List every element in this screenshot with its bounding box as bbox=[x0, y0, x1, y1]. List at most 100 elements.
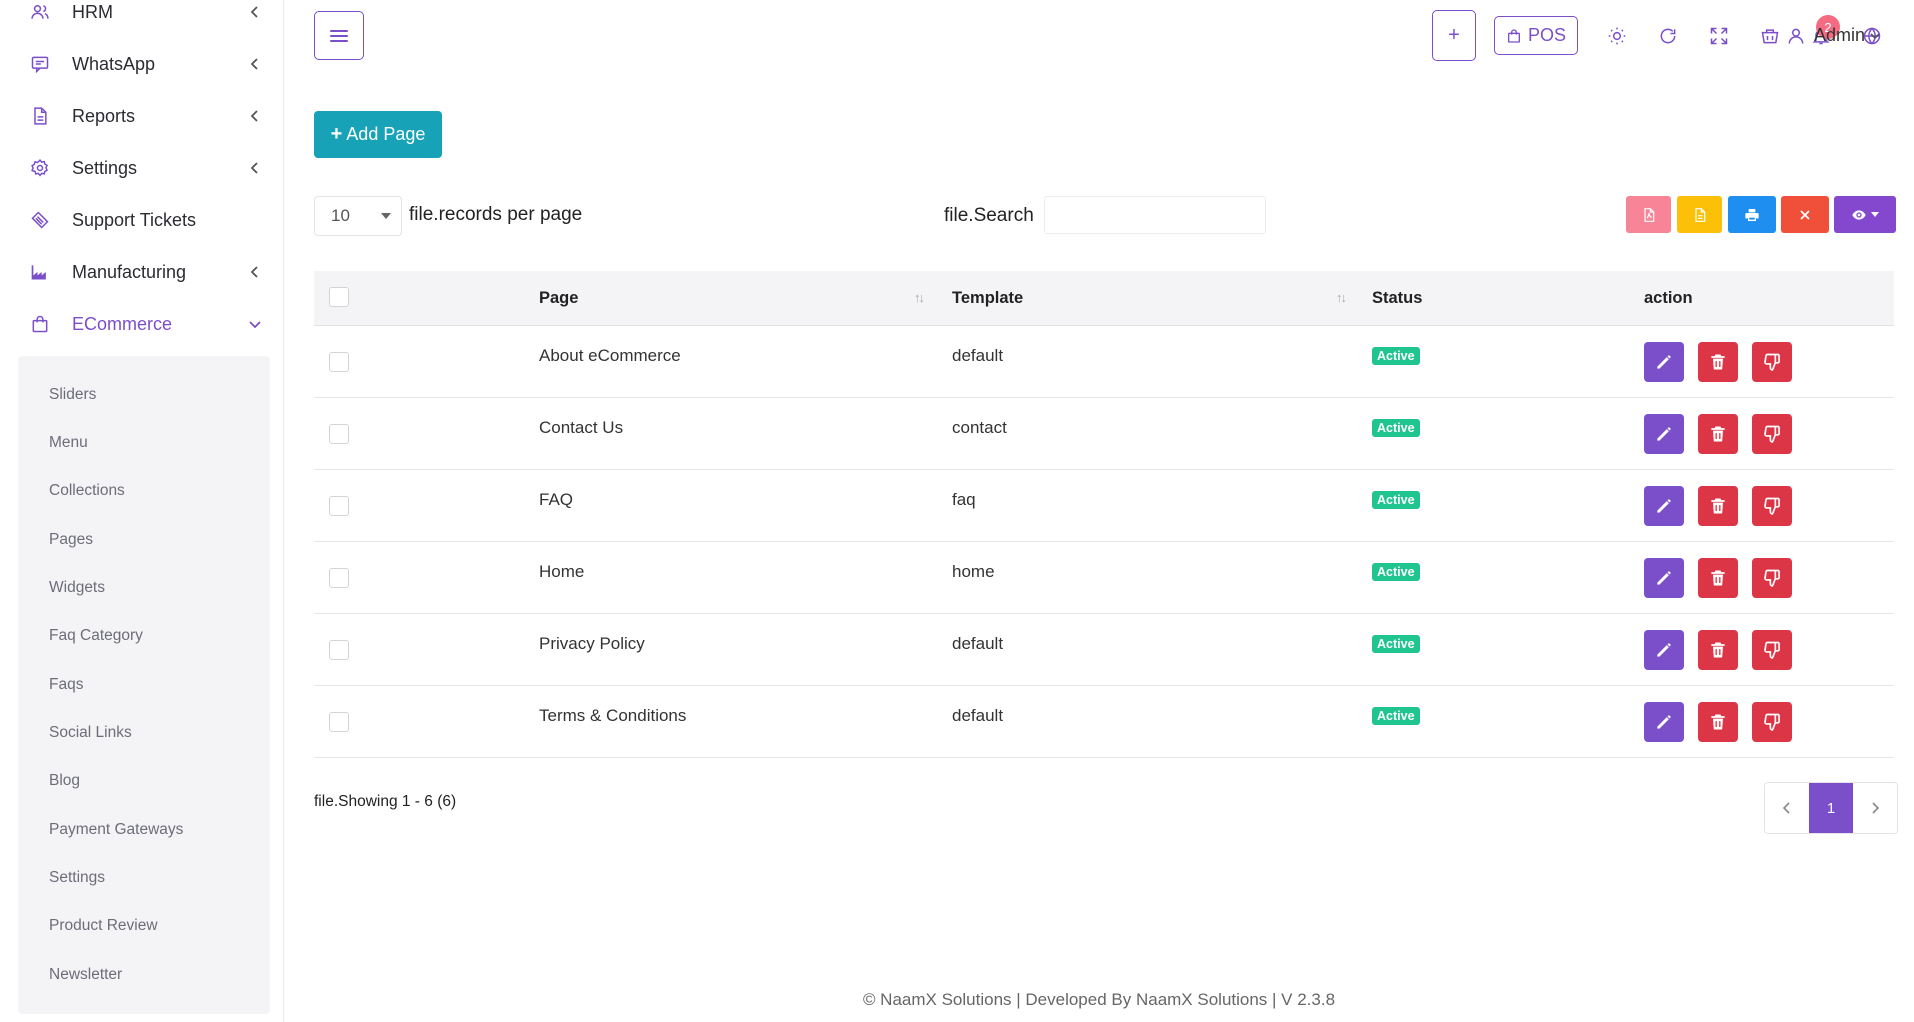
submenu-item-pages[interactable]: Pages bbox=[49, 531, 93, 549]
pencil-icon bbox=[1657, 715, 1671, 729]
page-button-current[interactable]: 1 bbox=[1809, 783, 1853, 833]
deactivate-button[interactable] bbox=[1752, 486, 1792, 526]
edit-button[interactable] bbox=[1644, 558, 1684, 598]
edit-button[interactable] bbox=[1644, 630, 1684, 670]
theme-toggle-button[interactable] bbox=[1606, 25, 1628, 47]
sidebar-item-manufacturing[interactable]: Manufacturing bbox=[28, 252, 263, 292]
pos-button[interactable]: POS bbox=[1494, 16, 1578, 55]
thumbs-down-icon bbox=[1764, 353, 1780, 371]
sidebar-item-label: ECommerce bbox=[72, 313, 173, 334]
cell-template: faq bbox=[952, 490, 976, 509]
sidebar-item-label: Support Tickets bbox=[72, 209, 197, 230]
delete-button[interactable] bbox=[1698, 558, 1738, 598]
cell-template: default bbox=[952, 634, 1004, 653]
submenu-item-menu[interactable]: Menu bbox=[49, 434, 88, 452]
expand-icon bbox=[1710, 27, 1728, 45]
quick-add-button[interactable]: + bbox=[1432, 10, 1476, 61]
column-header-page[interactable]: Page bbox=[539, 289, 578, 308]
thumbs-down-icon bbox=[1764, 713, 1780, 731]
delete-button[interactable] bbox=[1698, 702, 1738, 742]
pages-table: Page ↑↓ Template ↑↓ Status action About … bbox=[314, 271, 1894, 758]
column-header-template[interactable]: Template bbox=[952, 289, 1023, 308]
cell-page: Contact Us bbox=[539, 418, 624, 437]
row-checkbox[interactable] bbox=[329, 712, 349, 732]
cell-template: home bbox=[952, 562, 995, 581]
sidebar-item-support-tickets[interactable]: Support Tickets bbox=[28, 200, 263, 240]
plus-icon: + bbox=[330, 123, 343, 145]
records-per-page-select[interactable]: 10 bbox=[314, 196, 402, 236]
delete-button[interactable] bbox=[1698, 342, 1738, 382]
user-menu[interactable]: Admin bbox=[1786, 25, 1889, 46]
add-page-button[interactable]: + Add Page bbox=[314, 111, 442, 158]
search-input[interactable] bbox=[1044, 196, 1266, 234]
trash-icon bbox=[1711, 570, 1725, 586]
table-body: About eCommerce default Active Contact Us co… bbox=[314, 326, 1894, 758]
delete-button[interactable] bbox=[1698, 414, 1738, 454]
row-checkbox[interactable] bbox=[329, 496, 349, 516]
fullscreen-button[interactable] bbox=[1708, 25, 1730, 47]
table-row: Privacy Policy default Active bbox=[314, 614, 1894, 686]
submenu-item-faqs[interactable]: Faqs bbox=[49, 676, 83, 694]
pencil-icon bbox=[1657, 427, 1671, 441]
sidebar-item-settings[interactable]: Settings bbox=[28, 148, 263, 188]
edit-button[interactable] bbox=[1644, 342, 1684, 382]
table-row: FAQ faq Active bbox=[314, 470, 1894, 542]
export-pdf-button[interactable] bbox=[1626, 196, 1671, 233]
printer-icon bbox=[1745, 208, 1759, 221]
delete-button[interactable] bbox=[1698, 630, 1738, 670]
prev-page-button[interactable] bbox=[1765, 783, 1809, 833]
cell-page: Privacy Policy bbox=[539, 634, 645, 653]
deactivate-button[interactable] bbox=[1752, 342, 1792, 382]
edit-button[interactable] bbox=[1644, 702, 1684, 742]
deactivate-button[interactable] bbox=[1752, 558, 1792, 598]
chevron-left-icon bbox=[250, 110, 258, 122]
sort-icon[interactable]: ↑↓ bbox=[914, 290, 925, 305]
sidebar-item-reports[interactable]: Reports bbox=[28, 96, 263, 136]
basket-icon bbox=[1761, 29, 1779, 44]
submenu-item-newsletter[interactable]: Newsletter bbox=[49, 966, 122, 984]
pencil-icon bbox=[1657, 571, 1671, 585]
store-button[interactable] bbox=[1759, 25, 1781, 47]
sidebar-toggle-button[interactable] bbox=[314, 11, 364, 60]
refresh-button[interactable] bbox=[1657, 25, 1679, 47]
export-csv-button[interactable] bbox=[1677, 196, 1722, 233]
submenu-item-social-links[interactable]: Social Links bbox=[49, 724, 132, 742]
submenu-item-sliders[interactable]: Sliders bbox=[49, 386, 96, 404]
next-page-button[interactable] bbox=[1853, 783, 1897, 833]
factory-icon bbox=[28, 260, 52, 284]
row-checkbox[interactable] bbox=[329, 352, 349, 372]
file-icon bbox=[28, 104, 52, 128]
row-checkbox[interactable] bbox=[329, 640, 349, 660]
submenu-item-blog[interactable]: Blog bbox=[49, 772, 80, 790]
submenu-item-product-review[interactable]: Product Review bbox=[49, 917, 158, 935]
sidebar-item-whatsapp[interactable]: WhatsApp bbox=[28, 44, 263, 84]
column-visibility-button[interactable] bbox=[1834, 196, 1896, 233]
submenu-item-settings[interactable]: Settings bbox=[49, 869, 105, 887]
row-checkbox[interactable] bbox=[329, 424, 349, 444]
cell-page: Home bbox=[539, 562, 585, 581]
edit-button[interactable] bbox=[1644, 414, 1684, 454]
deactivate-button[interactable] bbox=[1752, 702, 1792, 742]
status-badge: Active bbox=[1372, 707, 1420, 725]
clear-filter-button[interactable] bbox=[1781, 196, 1829, 233]
trash-icon bbox=[1711, 714, 1725, 730]
deactivate-button[interactable] bbox=[1752, 630, 1792, 670]
per-page-value: 10 bbox=[331, 206, 350, 225]
caret-down-icon bbox=[381, 213, 391, 219]
edit-button[interactable] bbox=[1644, 486, 1684, 526]
select-all-checkbox[interactable] bbox=[329, 287, 349, 307]
submenu-item-payment-gateways[interactable]: Payment Gateways bbox=[49, 821, 183, 839]
chevron-left-icon bbox=[250, 6, 258, 18]
print-button[interactable] bbox=[1728, 196, 1776, 233]
sidebar-item-ecommerce[interactable]: ECommerce bbox=[28, 304, 263, 344]
sidebar-item-hrm[interactable]: HRM bbox=[28, 0, 263, 32]
submenu-item-faq-category[interactable]: Faq Category bbox=[49, 627, 143, 645]
deactivate-button[interactable] bbox=[1752, 414, 1792, 454]
sort-icon[interactable]: ↑↓ bbox=[1336, 290, 1347, 305]
submenu-item-collections[interactable]: Collections bbox=[49, 482, 125, 500]
submenu-item-widgets[interactable]: Widgets bbox=[49, 579, 105, 597]
sun-icon bbox=[1608, 27, 1626, 45]
row-checkbox[interactable] bbox=[329, 568, 349, 588]
delete-button[interactable] bbox=[1698, 486, 1738, 526]
cell-page: About eCommerce bbox=[539, 346, 681, 365]
